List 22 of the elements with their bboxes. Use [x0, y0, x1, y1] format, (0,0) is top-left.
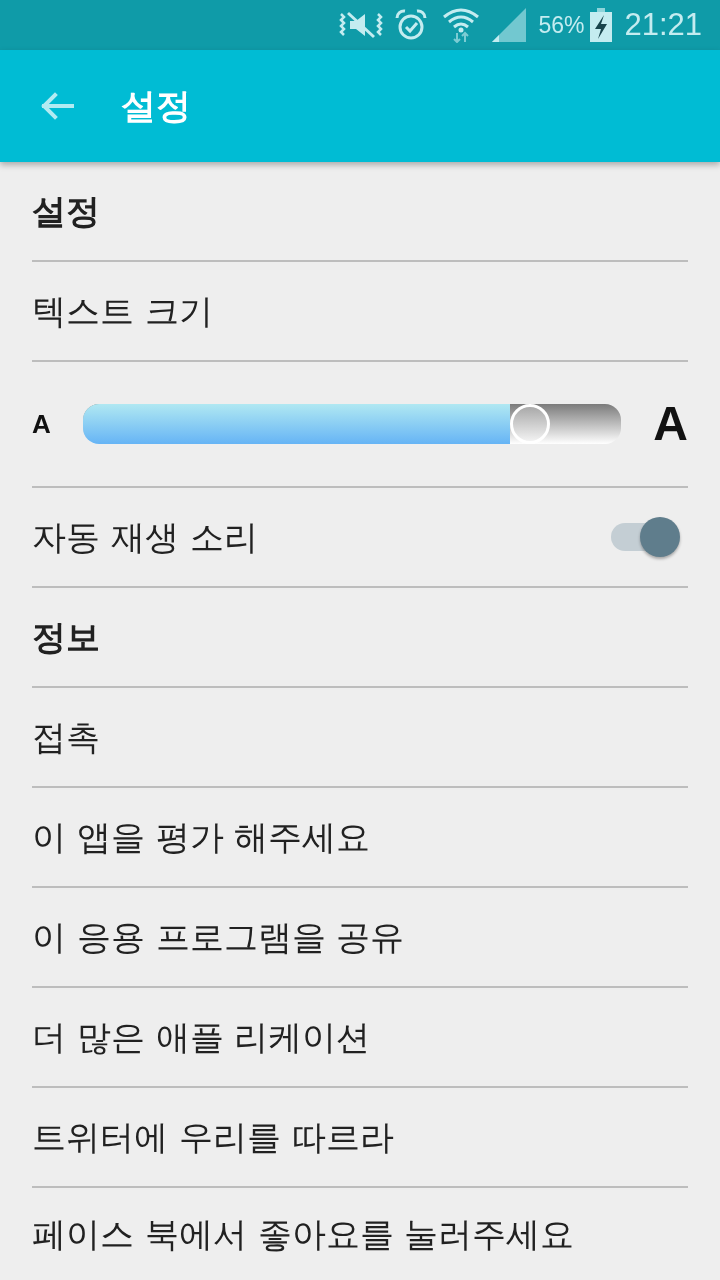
setting-label: 자동 재생 소리: [32, 516, 258, 558]
battery-percent: 56%: [538, 11, 585, 39]
clock-time: 21:21: [624, 7, 702, 43]
signal-icon: [490, 8, 527, 42]
battery-charging-icon: [590, 8, 613, 42]
text-size-slider[interactable]: [82, 404, 622, 444]
screen-title: 설정: [121, 84, 191, 128]
section-header: 설정: [32, 190, 100, 232]
settings-item[interactable]: 이 응용 프로그램을 공유: [32, 916, 405, 958]
settings-item[interactable]: 트위터에 우리를 따르라: [32, 1116, 394, 1158]
toggle-switch[interactable]: [611, 516, 681, 558]
settings-item[interactable]: 더 많은 애플 리케이션: [32, 1016, 371, 1058]
settings-item[interactable]: 이 앱을 평가 해주세요: [32, 816, 371, 858]
slider-thumb[interactable]: [509, 404, 550, 444]
small-text-label: A: [32, 411, 51, 437]
section-header: 정보: [32, 616, 100, 658]
settings-item[interactable]: 페이스 북에서 좋아요를 눌러주세요: [32, 1214, 575, 1255]
settings-item[interactable]: 접촉: [32, 716, 100, 758]
wifi-icon: [442, 7, 481, 43]
large-text-label: A: [653, 400, 688, 448]
alarm-clock-icon: [395, 9, 428, 41]
settings-item[interactable]: 텍스트 크기: [32, 290, 213, 332]
